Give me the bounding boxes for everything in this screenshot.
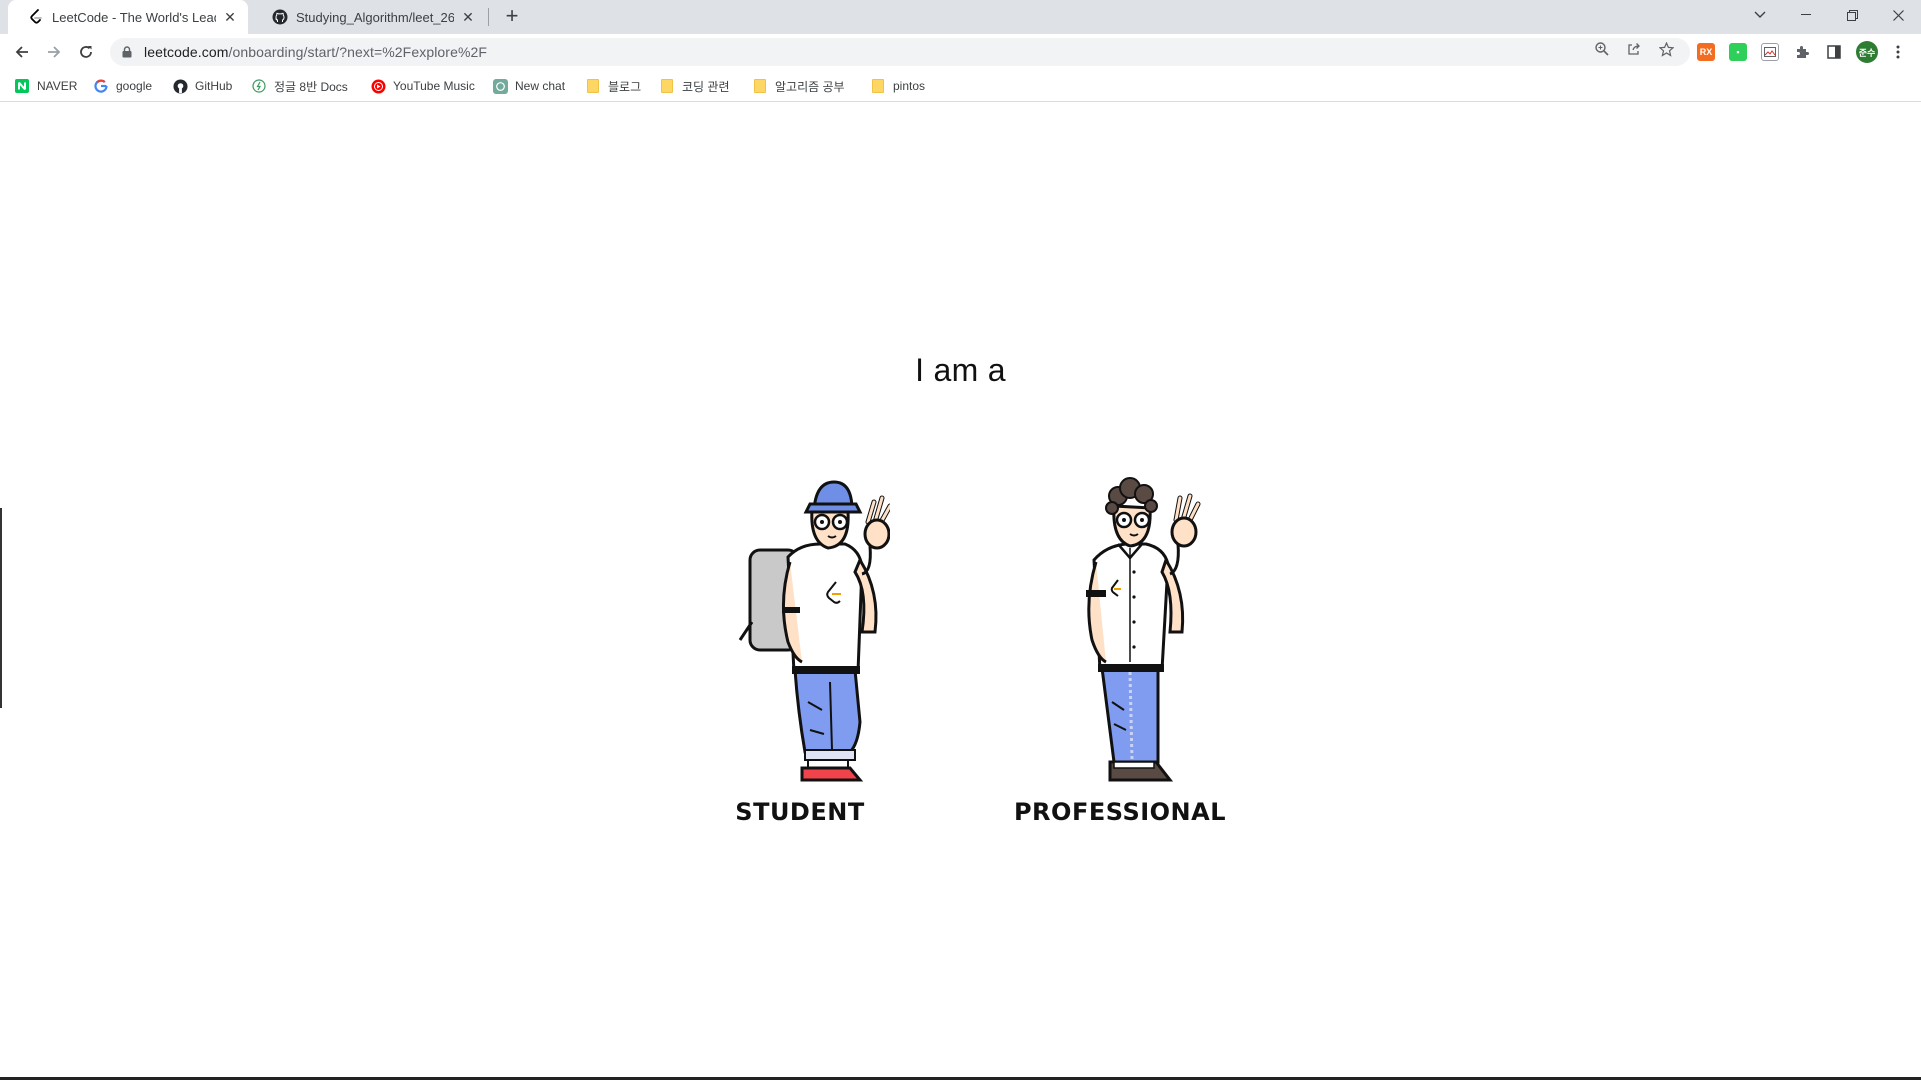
bookmark-docs[interactable]: 정글 8반 Docs: [251, 77, 348, 95]
bookmark-label: 정글 8반 Docs: [274, 79, 348, 94]
youtube-music-icon: [370, 78, 386, 94]
extension-green-icon[interactable]: ▪: [1729, 43, 1747, 61]
folder-icon: [870, 78, 886, 94]
leetcode-icon: [28, 9, 44, 25]
docs-icon: [251, 78, 267, 94]
browser-toolbar: leetcode.com/onboarding/start/?next=%2Fe…: [0, 34, 1921, 70]
bookmark-label: google: [116, 79, 153, 93]
student-option[interactable]: STUDENT: [680, 462, 920, 826]
arrow-right-icon: [48, 46, 61, 58]
bookmark-label: pintos: [893, 79, 926, 93]
bookmark-folder-coding[interactable]: 코딩 관련: [659, 77, 730, 95]
bookmark-folder-algorithm[interactable]: 알고리즘 공부: [752, 77, 845, 95]
github-icon: [272, 9, 288, 25]
folder-icon: [752, 78, 768, 94]
lock-icon[interactable]: [120, 45, 134, 59]
arrow-left-icon: [15, 46, 28, 58]
bookmark-folder-pintos[interactable]: pintos: [870, 77, 925, 95]
bookmark-youtube-music[interactable]: YouTube Music: [370, 77, 475, 95]
close-window-button[interactable]: [1875, 0, 1921, 30]
bookmark-label: 코딩 관련: [682, 79, 730, 94]
bookmark-label: YouTube Music: [393, 79, 475, 93]
side-panel-icon[interactable]: [1825, 43, 1843, 61]
url-host: leetcode.com: [144, 44, 229, 60]
google-icon: [93, 78, 109, 94]
minimize-button[interactable]: [1783, 0, 1829, 30]
tab-title: LeetCode - The World's Leading: [52, 9, 216, 25]
bookmark-new-chat[interactable]: New chat: [492, 77, 565, 95]
student-label: STUDENT: [735, 798, 865, 826]
restore-button[interactable]: [1829, 0, 1875, 30]
forward-button[interactable]: [42, 40, 66, 64]
bookmark-label: GitHub: [195, 79, 233, 93]
profile-avatar[interactable]: 준수: [1856, 41, 1878, 63]
chatgpt-icon: [492, 78, 508, 94]
page-left-edge-divider: [0, 508, 2, 708]
reload-button[interactable]: [74, 40, 98, 64]
url-path: /onboarding/start/?next=%2Fexplore%2F: [228, 44, 488, 60]
extension-screenshot-icon[interactable]: [1761, 43, 1779, 61]
bookmark-star-icon[interactable]: [1658, 41, 1674, 57]
page-heading: I am a: [915, 352, 1006, 388]
address-bar[interactable]: leetcode.com/onboarding/start/?next=%2Fe…: [110, 38, 1690, 66]
menu-kebab-icon[interactable]: [1889, 43, 1907, 61]
restore-icon: [1846, 9, 1858, 21]
close-icon[interactable]: ✕: [222, 9, 238, 25]
student-illustration: [738, 480, 890, 782]
reload-icon: [80, 46, 92, 58]
close-icon[interactable]: ✕: [460, 9, 476, 25]
folder-icon: [585, 78, 601, 94]
professional-label: PROFESSIONAL: [1013, 798, 1227, 826]
github-icon: [172, 78, 188, 94]
chevron-down-icon: [1754, 11, 1766, 18]
bookmark-label: NAVER: [37, 79, 78, 93]
profile-initials: 준수: [1858, 47, 1876, 58]
close-icon: [1892, 9, 1904, 21]
url-text: leetcode.com/onboarding/start/?next=%2Fe…: [144, 44, 487, 60]
bookmark-naver[interactable]: NAVER: [14, 77, 77, 95]
share-icon[interactable]: [1626, 41, 1642, 57]
bookmark-label: 블로그: [608, 79, 642, 94]
bookmark-github[interactable]: GitHub: [172, 77, 232, 95]
professional-illustration: [1086, 477, 1201, 782]
onboarding-page: I am a STUDENT PROFESSIONAL: [0, 102, 1921, 1080]
tab-leetcode[interactable]: LeetCode - The World's Leading ✕: [8, 0, 248, 34]
bookmark-google[interactable]: google: [93, 77, 152, 95]
tab-strip: LeetCode - The World's Leading ✕ Studyin…: [0, 0, 1921, 34]
extensions-puzzle-icon[interactable]: [1793, 43, 1811, 61]
minimize-icon: [1801, 14, 1811, 15]
naver-icon: [14, 78, 30, 94]
tab-search-button[interactable]: [1737, 0, 1783, 30]
bookmarks-bar: NAVER google GitHub 정글 8반 Docs YouTube M…: [0, 70, 1921, 102]
folder-icon: [659, 78, 675, 94]
bookmark-label: 알고리즘 공부: [775, 79, 845, 94]
new-tab-button[interactable]: +: [500, 5, 524, 29]
extension-rss-icon[interactable]: RX: [1697, 43, 1715, 61]
zoom-icon[interactable]: [1594, 41, 1610, 57]
bookmark-label: New chat: [515, 79, 566, 93]
tab-separator: [488, 8, 489, 26]
back-button[interactable]: [10, 40, 34, 64]
professional-option[interactable]: PROFESSIONAL: [1000, 462, 1240, 826]
tab-github[interactable]: Studying_Algorithm/leet_268.py ✕: [252, 0, 486, 34]
bookmark-folder-blog[interactable]: 블로그: [585, 77, 641, 95]
tab-title: Studying_Algorithm/leet_268.py: [296, 9, 454, 25]
